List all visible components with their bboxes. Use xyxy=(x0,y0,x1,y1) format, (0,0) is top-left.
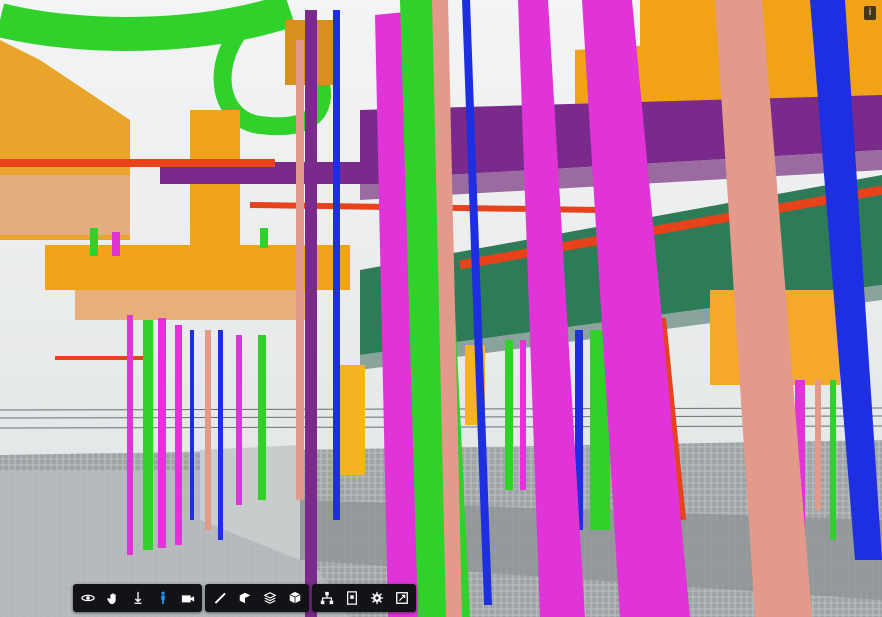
section-icon xyxy=(238,591,252,605)
explode-button[interactable] xyxy=(257,586,282,610)
pan-button[interactable] xyxy=(100,586,125,610)
info-button[interactable]: i xyxy=(864,6,876,20)
properties-icon xyxy=(345,591,359,605)
camera-icon xyxy=(181,591,195,605)
structure-icon xyxy=(320,591,334,605)
model-browser-button[interactable] xyxy=(282,586,307,610)
zoom-icon xyxy=(131,591,145,605)
settings-button[interactable] xyxy=(364,586,389,610)
settings-icon xyxy=(370,591,384,605)
camera-button[interactable] xyxy=(175,586,200,610)
section-button[interactable] xyxy=(232,586,257,610)
fullscreen-button[interactable] xyxy=(389,586,414,610)
duct-orange-lower-2 xyxy=(75,290,305,320)
duct-tan-left xyxy=(0,175,130,235)
model-browser-icon xyxy=(288,591,302,605)
measure-button[interactable] xyxy=(207,586,232,610)
navigation-toolbar xyxy=(73,584,437,612)
explode-icon xyxy=(262,591,277,605)
toolbar-group-navigation xyxy=(73,584,202,612)
duct-orange-mid xyxy=(190,110,240,265)
pan-icon xyxy=(106,591,120,605)
measure-icon xyxy=(213,591,227,605)
toolbar-group-tools xyxy=(205,584,309,612)
toolbar-group-settings xyxy=(312,584,416,612)
properties-button[interactable] xyxy=(339,586,364,610)
column-orange-1 xyxy=(340,365,365,475)
first-person-icon xyxy=(156,591,170,605)
orbit-icon xyxy=(80,591,95,605)
fullscreen-icon xyxy=(395,591,409,605)
viewport-3d-model[interactable] xyxy=(0,0,882,617)
zoom-button[interactable] xyxy=(125,586,150,610)
orbit-button[interactable] xyxy=(75,586,100,610)
first-person-button[interactable] xyxy=(150,586,175,610)
structure-button[interactable] xyxy=(314,586,339,610)
